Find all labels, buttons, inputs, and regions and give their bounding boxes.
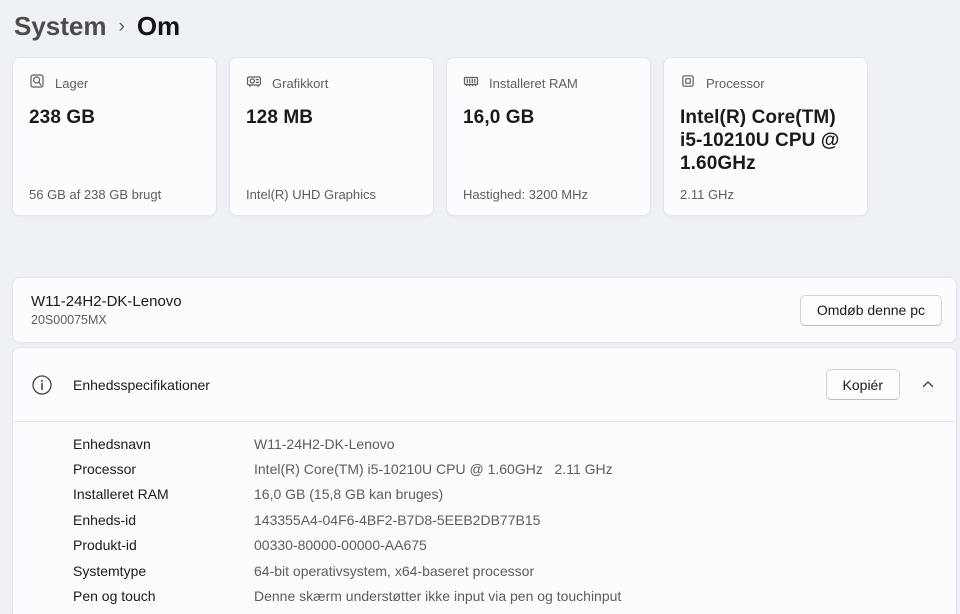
spec-value: W11-24H2-DK-Lenovo bbox=[254, 435, 395, 452]
gpu-icon bbox=[246, 73, 262, 94]
card-value: 238 GB bbox=[29, 107, 96, 128]
spec-label: Systemtype bbox=[73, 562, 147, 579]
page-title: Om bbox=[136, 10, 181, 41]
spec-label: Produkt-id bbox=[73, 537, 137, 554]
card-detail: Intel(R) UHD Graphics bbox=[246, 187, 377, 202]
spec-label: Processor bbox=[73, 461, 137, 478]
spec-row-system-type: Systemtype 64-bit operativsystem, x64-ba… bbox=[73, 558, 956, 583]
spec-value: 64-bit operativsystem, x64-baseret proce… bbox=[254, 562, 535, 579]
breadcrumb: System › Om bbox=[0, 0, 960, 44]
card-label: Installeret RAM bbox=[489, 76, 578, 91]
spec-label: Pen og touch bbox=[73, 588, 156, 605]
breadcrumb-system[interactable]: System bbox=[14, 11, 107, 42]
device-specifications-header[interactable]: Enhedsspecifikationer Kopiér bbox=[13, 348, 956, 421]
spec-value: 16,0 GB (15,8 GB kan bruges) bbox=[254, 486, 444, 503]
info-icon bbox=[32, 374, 52, 395]
card-graphics: Grafikkort 128 MB Intel(R) UHD Graphics bbox=[229, 57, 434, 216]
spec-row-product-id: Produkt-id 00330-80000-00000-AA675 bbox=[73, 533, 956, 558]
spec-value: Intel(R) Core(TM) i5-10210U CPU @ 1.60GH… bbox=[254, 461, 613, 478]
card-value: 16,0 GB bbox=[463, 107, 535, 128]
card-value: 128 MB bbox=[246, 107, 314, 128]
card-ram: Installeret RAM 16,0 GB Hastighed: 3200 … bbox=[446, 57, 651, 216]
spec-value: Denne skærm understøtter ikke input via … bbox=[254, 588, 622, 605]
card-detail: 56 GB af 238 GB brugt bbox=[29, 187, 162, 202]
chevron-up-icon[interactable] bbox=[920, 377, 936, 393]
card-detail: Hastighed: 3200 MHz bbox=[463, 187, 589, 202]
device-name: W11-24H2-DK-Lenovo bbox=[31, 293, 182, 310]
spec-table: Enhedsnavn W11-24H2-DK-Lenovo Processor … bbox=[13, 422, 956, 609]
spec-row-ram: Installeret RAM 16,0 GB (15,8 GB kan bru… bbox=[73, 482, 956, 507]
spec-value: 00330-80000-00000-AA675 bbox=[254, 537, 427, 554]
device-specifications-section: Enhedsspecifikationer Kopiér Enhedsnavn … bbox=[12, 347, 957, 614]
device-identity: W11-24H2-DK-Lenovo 20S00075MX bbox=[31, 293, 182, 327]
spec-label: Enhedsnavn bbox=[73, 435, 151, 452]
card-label: Grafikkort bbox=[272, 76, 329, 91]
spec-row-device-name: Enhedsnavn W11-24H2-DK-Lenovo bbox=[73, 431, 956, 456]
spec-row-processor: Processor Intel(R) Core(TM) i5-10210U CP… bbox=[73, 456, 956, 481]
ram-icon bbox=[463, 73, 479, 94]
rename-pc-button[interactable]: Omdøb denne pc bbox=[799, 294, 942, 326]
storage-icon bbox=[29, 73, 45, 94]
chevron-right-icon: › bbox=[118, 16, 125, 37]
card-processor: Processor Intel(R) Core(TM) i5-10210U CP… bbox=[663, 57, 868, 216]
card-label: Lager bbox=[55, 76, 89, 91]
spec-row-device-id: Enheds-id 143355A4-04F6-4BF2-B7D8-5EEB2D… bbox=[73, 507, 956, 532]
card-value: Intel(R) Core(TM) i5-10210U CPU @ 1.60GH… bbox=[680, 107, 840, 174]
copy-button[interactable]: Kopiér bbox=[825, 369, 900, 400]
card-label: Processor bbox=[706, 76, 765, 91]
spec-row-pen-touch: Pen og touch Denne skærm understøtter ik… bbox=[73, 583, 956, 608]
processor-icon bbox=[680, 73, 696, 94]
device-name-panel: W11-24H2-DK-Lenovo 20S00075MX Omdøb denn… bbox=[12, 277, 957, 343]
info-cards-row: Lager 238 GB 56 GB af 238 GB brugt Grafi… bbox=[12, 57, 960, 216]
card-storage: Lager 238 GB 56 GB af 238 GB brugt bbox=[12, 57, 217, 216]
device-model: 20S00075MX bbox=[31, 313, 107, 327]
section-title: Enhedsspecifikationer bbox=[73, 376, 210, 393]
spec-value: 143355A4-04F6-4BF2-B7D8-5EEB2DB77B15 bbox=[254, 511, 541, 528]
card-detail: 2.11 GHz bbox=[680, 187, 734, 202]
spec-label: Enheds-id bbox=[73, 511, 137, 528]
spec-label: Installeret RAM bbox=[73, 486, 169, 503]
